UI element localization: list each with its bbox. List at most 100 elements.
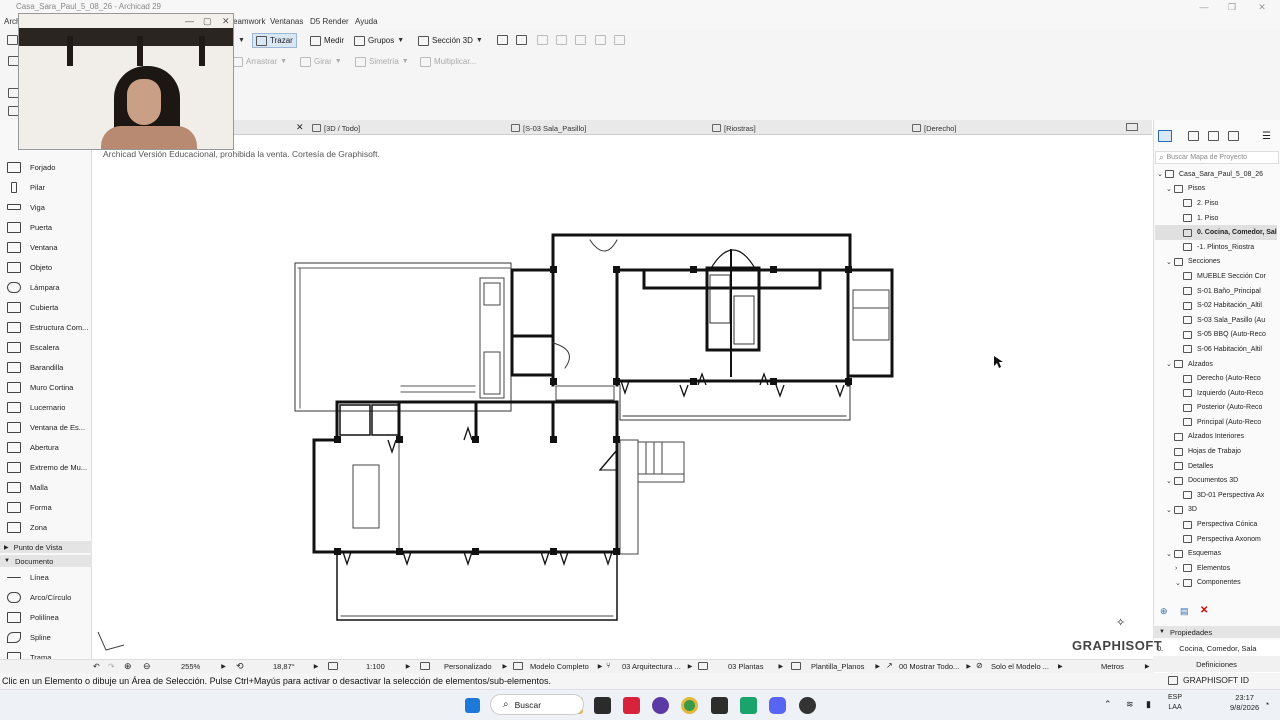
trazar-button[interactable]: Trazar [252, 33, 297, 48]
navigator-item[interactable]: S-01 Baño_Principal [1155, 284, 1277, 299]
navigator-item[interactable]: ⌄ 3D [1155, 503, 1277, 518]
navigator-item[interactable]: Hojas de Trabajo [1155, 444, 1277, 459]
tool-ventana[interactable]: Ventana [0, 237, 92, 257]
sparkle-icon[interactable]: ✧ [1116, 616, 1125, 629]
zoom-in-icon[interactable]: ⊕ [124, 661, 132, 672]
simetria-button[interactable]: Simetría ▼ [355, 54, 409, 69]
navigator-item[interactable]: Perspectiva Cónica [1155, 517, 1277, 532]
medir-button[interactable]: Medir [310, 33, 344, 48]
chevron-icon[interactable]: ⌄ [1166, 258, 1174, 266]
chevron-icon[interactable]: ⌄ [1166, 185, 1174, 193]
navigator-item[interactable]: Alzados Interiores [1155, 430, 1277, 445]
layout-book-icon[interactable] [1208, 131, 1219, 141]
tool-malla[interactable]: Malla [0, 477, 92, 497]
properties-row[interactable]: 0. Cocina, Comedor, Sala [1153, 640, 1280, 656]
navigator-item[interactable]: ⌄ Componentes [1155, 576, 1277, 591]
chevron-icon[interactable]: ⌄ [1166, 550, 1174, 558]
tab-derecho[interactable]: [Derecho] [912, 122, 957, 134]
chevron-up-icon[interactable]: ⌃ [1104, 699, 1112, 710]
tool-pilar[interactable]: Pilar [0, 177, 92, 197]
tool-barandilla[interactable]: Barandilla [0, 357, 92, 377]
navigator-item[interactable]: 1. Piso [1155, 211, 1277, 226]
intersect-icon[interactable] [575, 35, 586, 45]
delete-icon[interactable]: ✕ [1200, 605, 1208, 616]
model-only-field[interactable]: Solo el Modelo ... ▶ [991, 662, 1063, 671]
menu-teamwork[interactable]: Teamwork [229, 17, 265, 26]
layer-combination-field[interactable]: 03 Arquitectura ... ▶ [622, 662, 692, 671]
tab-3d-todo[interactable]: [3D / Todo] [312, 122, 360, 134]
settings-gear-icon[interactable] [799, 697, 816, 714]
redo-zoom-icon[interactable]: ↷ [108, 662, 115, 671]
chevron-icon[interactable]: › [1175, 565, 1183, 572]
chevron-icon[interactable]: ⌄ [1157, 170, 1165, 178]
tool-lucernario[interactable]: Lucernario [0, 397, 92, 417]
definitions-button[interactable]: Definiciones [1153, 656, 1280, 672]
project-map-icon[interactable] [1158, 130, 1172, 142]
menu-ventanas[interactable]: Ventanas [270, 17, 303, 26]
app-icon-dark[interactable] [594, 697, 611, 714]
chevron-down-icon[interactable]: ▼ [238, 37, 245, 44]
menu-ayuda[interactable]: Ayuda [355, 17, 378, 26]
zoom-out-icon[interactable]: ⊖ [143, 661, 151, 672]
acrobat-icon[interactable] [623, 697, 640, 714]
multiplicar-button[interactable]: Multiplicar... [420, 54, 476, 69]
trim-icon[interactable] [497, 35, 508, 45]
undo-zoom-icon[interactable]: ↶ [93, 662, 100, 671]
input-language[interactable]: ESP LAA [1168, 693, 1182, 713]
graphic-override-field[interactable]: Personalizado ▶ [444, 662, 507, 671]
tool-zona[interactable]: Zona [0, 517, 92, 537]
section-punto-de-vista[interactable]: ▶ Punto de Vista [0, 541, 92, 553]
menu-icon[interactable]: ☰ [1262, 131, 1271, 142]
new-view-icon[interactable]: ⊕ [1160, 606, 1168, 617]
chrome-icon[interactable] [681, 697, 698, 714]
show-all-field[interactable]: 00 Mostrar Todo... ▶ [899, 662, 971, 671]
navigator-item[interactable]: S-05 BBQ (Auto-Reco [1155, 328, 1277, 343]
close-icon[interactable]: ✕ [1248, 0, 1276, 14]
navigator-item[interactable]: › Elementos [1155, 561, 1277, 576]
navigator-item[interactable]: 2. Piso [1155, 196, 1277, 211]
properties-header[interactable]: ▼ Propiedades [1153, 626, 1280, 638]
tool-spline[interactable]: Spline [0, 627, 92, 647]
tool-forma[interactable]: Forma [0, 497, 92, 517]
fillet-icon[interactable] [556, 35, 567, 45]
tool-linea[interactable]: Línea [0, 567, 92, 587]
angle-field[interactable]: 18,87° ▶ [273, 662, 318, 671]
discord-icon[interactable] [769, 697, 786, 714]
tool-objeto[interactable]: Objeto [0, 257, 92, 277]
menu-d5render[interactable]: D5 Render [310, 17, 349, 26]
tool-polilinea[interactable]: Polilínea [0, 607, 92, 627]
zoom-field[interactable]: 255% ▶ [181, 662, 226, 671]
navigator-item[interactable]: Posterior (Auto-Reco [1155, 401, 1277, 416]
maximize-icon[interactable]: ▢ [203, 16, 212, 27]
taskbar-search[interactable]: ⌕ Buscar [490, 694, 584, 715]
settings-icon[interactable]: ▤ [1180, 606, 1189, 617]
tool-muro-cortina[interactable]: Muro Cortina [0, 377, 92, 397]
chevron-icon[interactable]: ⌄ [1166, 360, 1174, 368]
close-tab-icon[interactable]: ✕ [296, 122, 304, 133]
navigator-item[interactable]: ⌄ Alzados [1155, 357, 1277, 372]
tool-extremo-muro[interactable]: Extremo de Mu... [0, 457, 92, 477]
navigator-search-input[interactable]: ⌕ Buscar Mapa de Proyecto [1155, 151, 1279, 164]
tab-s03-sala-pasillo[interactable]: [S-03 Sala_Pasillo] [511, 122, 586, 134]
tool-ventana-esquina[interactable]: Ventana de Es... [0, 417, 92, 437]
minimize-icon[interactable]: — [1190, 0, 1218, 14]
wifi-icon[interactable]: ≋ [1126, 699, 1134, 710]
app-icon-purple[interactable] [652, 697, 669, 714]
app-icon-green[interactable] [740, 697, 757, 714]
navigator-item[interactable]: 0. Cocina, Comedor, Sala [1155, 225, 1277, 240]
units-field[interactable]: Metros ▶ [1101, 662, 1150, 671]
arrastrar-button[interactable]: Arrastrar ▼ [232, 54, 287, 69]
battery-icon[interactable]: ▮ [1146, 699, 1151, 710]
model-view-field[interactable]: Modelo Completo ▶ [530, 662, 602, 671]
tool-escalera[interactable]: Escalera [0, 337, 92, 357]
section-documento[interactable]: ▼ Documento [0, 555, 92, 567]
chevron-icon[interactable]: ⌄ [1166, 506, 1174, 514]
adjust-icon[interactable] [537, 35, 548, 45]
navigator-item[interactable]: S-03 Sala_Pasillo (Au [1155, 313, 1277, 328]
windows-start-icon[interactable] [465, 698, 480, 713]
girar-button[interactable]: Girar ▼ [300, 54, 342, 69]
minimize-icon[interactable]: — [185, 16, 194, 26]
navigator-item[interactable]: Perspectiva Axonom [1155, 532, 1277, 547]
floor-plan-drawing[interactable] [92, 136, 1152, 656]
magic-wand-icon[interactable] [516, 35, 527, 45]
